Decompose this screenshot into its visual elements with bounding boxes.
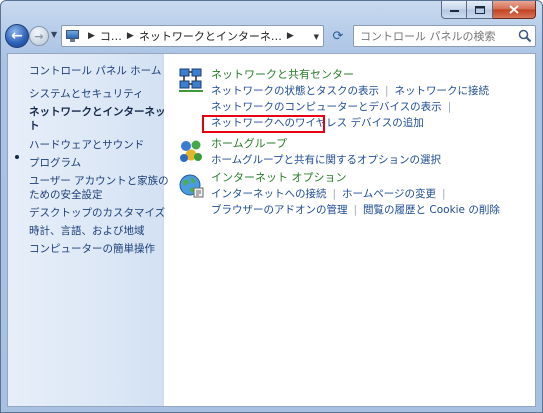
back-button[interactable]: ←	[5, 24, 29, 48]
refresh-button[interactable]: ⟳	[327, 25, 349, 47]
task-row: ブラウザーのアドオンの管理 | 閲覧の履歴と Cookie の削除	[211, 203, 500, 217]
task-link-change-homepage[interactable]: ホームページの変更	[342, 188, 436, 200]
chevron-right-icon[interactable]: ▶	[88, 31, 95, 41]
close-button[interactable]	[493, 1, 536, 19]
minimize-button[interactable]	[441, 1, 467, 19]
forward-button[interactable]: →	[29, 26, 49, 46]
sidebar-item-system-security[interactable]: システムとセキュリティ	[29, 87, 144, 101]
chevron-right-icon[interactable]: ▶	[287, 31, 294, 41]
homegroup-icon[interactable]	[177, 137, 205, 165]
category-title-internet-options[interactable]: インターネット オプション	[211, 171, 347, 185]
chevron-down-icon[interactable]: ▼	[314, 33, 319, 41]
refresh-icon: ⟳	[332, 28, 344, 44]
search-icon[interactable]	[518, 29, 532, 43]
control-panel-window: ← → ▼ ▶ コ… ▶ ネットワークとインターネ… ▶ ▼ ⟳ コントロール …	[0, 0, 543, 413]
maximize-button[interactable]	[467, 1, 493, 19]
sidebar-item-label: ト	[29, 120, 40, 132]
navigation-bar: ← → ▼ ▶ コ… ▶ ネットワークとインターネ… ▶ ▼ ⟳	[1, 21, 542, 51]
search-input[interactable]	[353, 25, 536, 47]
current-item-bullet	[15, 155, 19, 159]
sidebar-item-clock-language-region[interactable]: 時計、言語、および地域	[29, 224, 145, 238]
sidebar-item-appearance[interactable]: デスクトップのカスタマイズ	[29, 206, 165, 220]
minimize-icon	[449, 9, 459, 12]
highlight-box	[202, 115, 325, 133]
task-link-delete-history-cookies[interactable]: 閲覧の履歴と Cookie の削除	[363, 204, 500, 216]
category-title-network-sharing-center[interactable]: ネットワークと共有センター	[211, 68, 354, 82]
internet-options-icon[interactable]	[177, 171, 205, 199]
sidebar-item-hardware-sound[interactable]: ハードウェアとサウンド	[29, 138, 144, 152]
task-link-manage-addons[interactable]: ブラウザーのアドオンの管理	[211, 204, 348, 216]
sidebar: コントロール パネル ホーム システムとセキュリティ ネットワークとインターネッ…	[8, 54, 169, 406]
task-link-connect-internet[interactable]: インターネットへの接続	[211, 188, 327, 200]
separator: |	[447, 101, 452, 113]
category-title-homegroup[interactable]: ホームグループ	[211, 137, 287, 151]
address-bar[interactable]: ▶ コ… ▶ ネットワークとインターネ… ▶ ▼	[61, 25, 324, 47]
maximize-icon	[474, 5, 485, 14]
sidebar-item-user-accounts[interactable]: ユーザー アカウントと家族の ための安全設定	[29, 174, 169, 202]
breadcrumb-control-panel[interactable]: コ…	[100, 28, 122, 44]
breadcrumb-network-internet[interactable]: ネットワークとインターネ…	[139, 28, 282, 44]
sidebar-item-label: ユーザー アカウントと家族の	[29, 175, 169, 187]
content-area: コントロール パネル ホーム システムとセキュリティ ネットワークとインターネッ…	[7, 53, 536, 407]
task-link-view-network-status[interactable]: ネットワークの状態とタスクの表示	[211, 85, 379, 97]
arrow-right-icon: →	[34, 29, 44, 43]
sidebar-item-ease-of-access[interactable]: コンピューターの簡単操作	[29, 242, 155, 256]
sidebar-item-label: ための安全設定	[29, 189, 103, 201]
main-panel: ネットワークと共有センター ネットワークの状態とタスクの表示 | ネットワークに接続…	[165, 54, 535, 406]
arrow-left-icon: ←	[11, 28, 23, 44]
separator: |	[353, 204, 358, 216]
separator: |	[442, 188, 446, 200]
caption-buttons	[441, 1, 536, 19]
chevron-right-icon[interactable]: ▶	[127, 31, 134, 41]
task-row: インターネットへの接続 | ホームページの変更 |	[211, 187, 452, 201]
task-row: ホームグループと共有に関するオプションの選択	[211, 153, 441, 167]
recent-pages-dropdown[interactable]: ▼	[51, 30, 57, 39]
separator: |	[332, 188, 337, 200]
task-link-homegroup-sharing-options[interactable]: ホームグループと共有に関するオプションの選択	[211, 154, 441, 166]
sidebar-item-network-internet[interactable]: ネットワークとインターネッ ト	[29, 105, 166, 133]
task-link-connect-network[interactable]: ネットワークに接続	[395, 85, 490, 97]
network-sharing-center-icon[interactable]	[177, 66, 205, 94]
close-icon	[509, 5, 519, 14]
sidebar-item-control-panel-home[interactable]: コントロール パネル ホーム	[29, 64, 161, 78]
task-row: ネットワークの状態とタスクの表示 | ネットワークに接続	[211, 84, 489, 98]
task-link-view-network-computers[interactable]: ネットワークのコンピューターとデバイスの表示	[211, 101, 442, 113]
sidebar-item-label: ネットワークとインターネッ	[29, 106, 166, 118]
sidebar-item-programs[interactable]: プログラム	[29, 156, 81, 170]
separator: |	[385, 85, 389, 97]
task-row: ネットワークのコンピューターとデバイスの表示 |	[211, 100, 457, 114]
control-panel-icon	[65, 29, 81, 43]
